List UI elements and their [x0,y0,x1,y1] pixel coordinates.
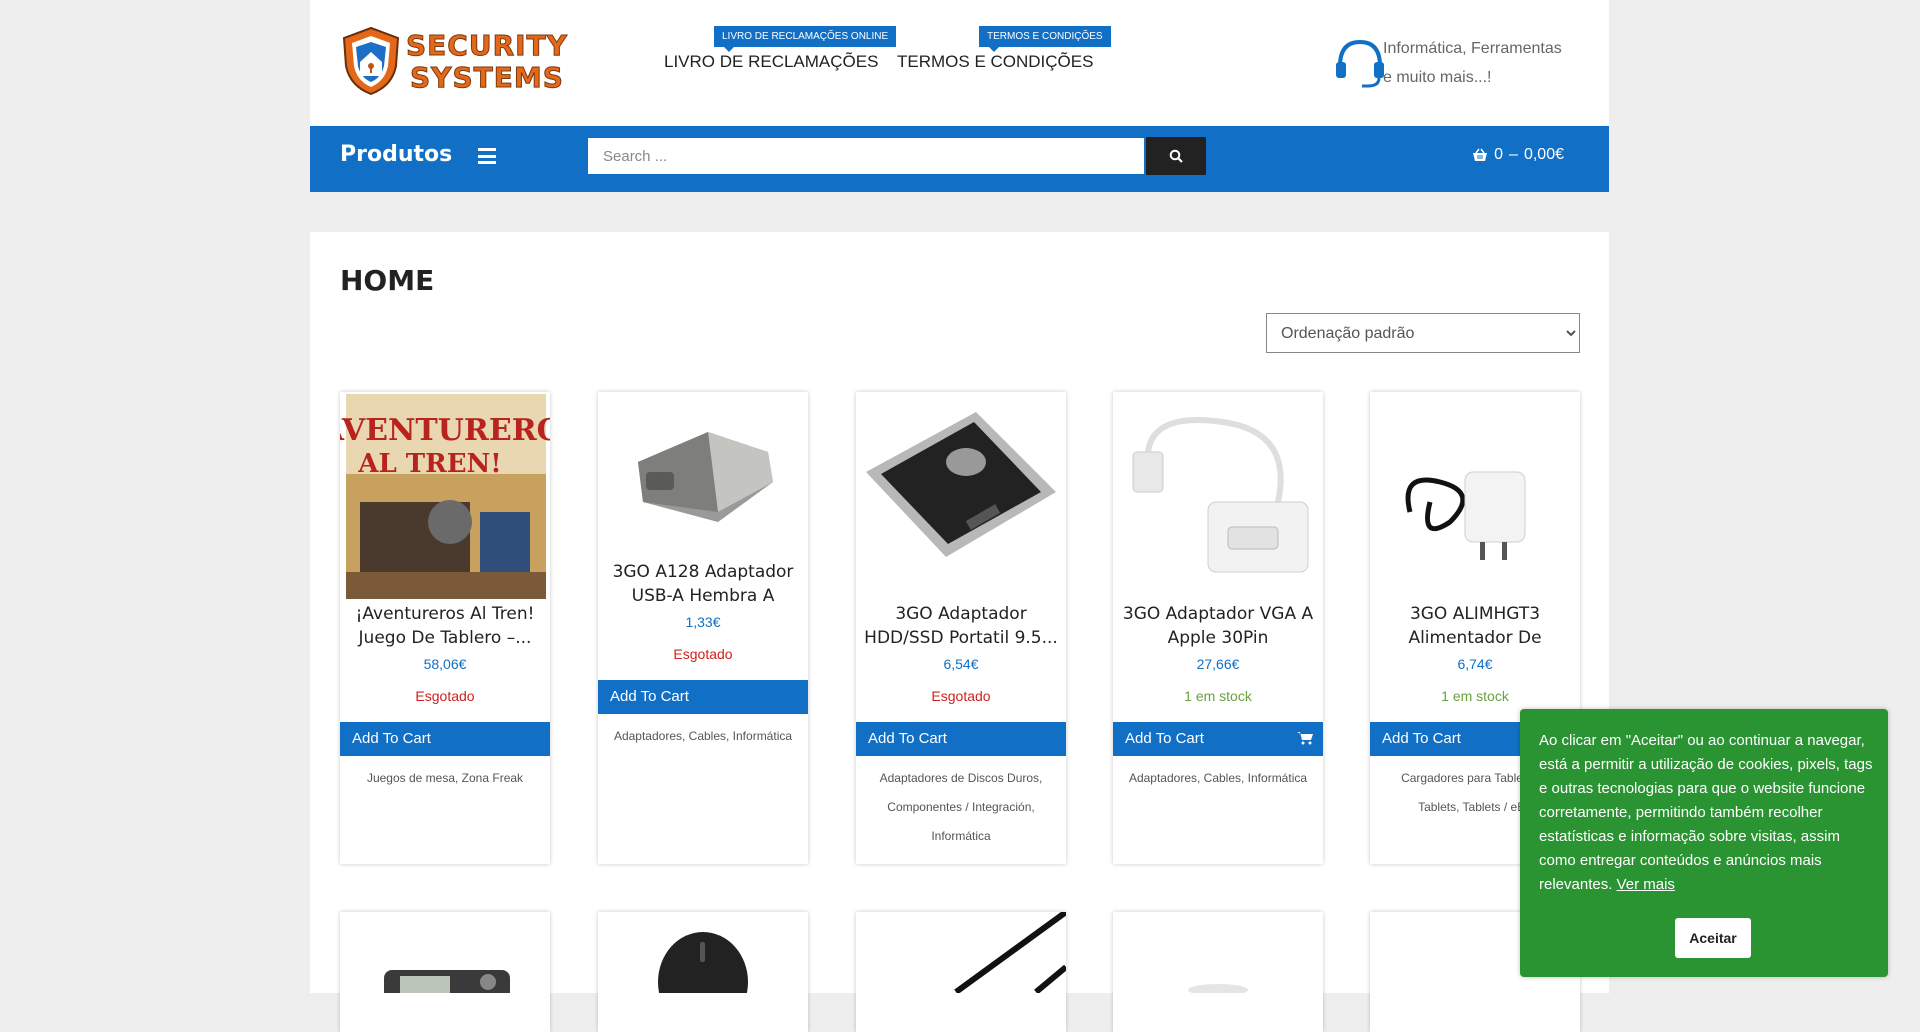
add-to-cart-button[interactable]: Add To Cart [340,722,550,756]
products-menu-label[interactable]: Produtos [340,142,452,167]
sort-select[interactable]: Ordenação padrão [1266,313,1580,353]
nav-link-terms[interactable]: TERMOS E CONDIÇÕES [897,52,1093,72]
sub-bar [310,192,1609,232]
product-categories[interactable]: Adaptadores, Cables, Informática [1113,764,1323,793]
product-categories[interactable]: Adaptadores, Cables, Informática [598,722,808,751]
product-price: 27,66€ [1196,656,1240,672]
cart-total: 0,00€ [1523,146,1564,163]
stock-status: 1 em stock [1184,688,1252,704]
accept-cookies-button[interactable]: Aceitar [1675,918,1751,958]
stock-status: Esgotado [673,646,733,662]
product-card[interactable] [598,912,808,1032]
product-card[interactable]: 3GO Adaptador VGA A Apple 30Pin 27,66€ 1… [1113,392,1323,864]
cookie-text: Ao clicar em "Aceitar" ou ao continuar a… [1539,732,1873,893]
product-card[interactable] [1113,912,1323,1032]
product-card[interactable]: 3GO A128 Adaptador USB-A Hembra A USB-..… [598,392,808,864]
cart-count: 0 [1494,146,1504,163]
svg-text:¡AVENTUREROS: ¡AVENTUREROS [340,413,550,448]
support-tagline: Informática, Ferramentas e muito mais...… [1383,40,1562,86]
cookie-more-link[interactable]: Ver mais [1617,876,1675,893]
product-image [1188,984,1248,996]
site-logo[interactable]: SECURITY SYSTEMS [340,26,610,98]
product-card[interactable]: 3GO Adaptador HDD/SSD Portatil 9.5... 6,… [856,392,1066,864]
product-image [384,970,510,1000]
product-price: 1,33€ [685,614,721,630]
search-input[interactable] [588,138,1144,174]
product-price: 58,06€ [423,656,467,672]
cookie-consent-banner: Ao clicar em "Aceitar" ou ao continuar a… [1520,709,1888,977]
add-to-cart-button[interactable]: Add To Cart [1113,722,1323,756]
basket-icon [1473,148,1488,161]
product-title[interactable]: ¡Aventureros Al Tren! Juego De Tablero –… [348,602,542,650]
product-image [638,432,773,522]
product-image [1405,471,1526,560]
site-header: SECURITY SYSTEMS LIVRO DE RECLAMAÇÕES ON… [310,0,1609,126]
page-title: HOME [340,264,435,297]
nav-badge-complaints: LIVRO DE RECLAMAÇÕES ONLINE [714,26,897,52]
hamburger-menu-icon[interactable] [478,148,496,164]
headset-icon [1336,39,1384,88]
add-to-cart-button[interactable]: Add To Cart [598,680,808,714]
product-card[interactable] [340,912,550,1032]
page-container: SECURITY SYSTEMS LIVRO DE RECLAMAÇÕES ON… [310,0,1609,1032]
product-categories[interactable]: Juegos de mesa, Zona Freak [340,764,550,793]
svg-text:AL TREN!: AL TREN! [357,449,501,479]
product-price: 6,74€ [1457,656,1493,672]
logo-text: SECURITY SYSTEMS [406,29,568,94]
header-cart[interactable]: 0– 0,00€ [1472,146,1564,164]
product-title[interactable]: 3GO ALIMHGT3 Alimentador De Hogar... [1378,602,1572,650]
product-image [1132,417,1309,573]
shield-logo-icon [342,26,400,96]
product-card[interactable] [856,909,1068,1032]
product-title[interactable]: 3GO Adaptador VGA A Apple 30Pin [1121,602,1315,650]
product-price: 6,54€ [943,656,979,672]
product-image [866,412,1056,557]
stock-status: Esgotado [415,688,475,704]
search-icon [1169,149,1183,163]
product-title[interactable]: 3GO A128 Adaptador USB-A Hembra A USB-..… [606,560,800,608]
add-to-cart-button[interactable]: Add To Cart [856,722,1066,756]
product-title[interactable]: 3GO Adaptador HDD/SSD Portatil 9.5... [864,602,1058,650]
cart-icon [1297,732,1313,745]
product-image [954,909,1068,995]
nav-badge-terms: TERMOS E CONDIÇÕES [979,26,1111,52]
cart-separator: – [1509,146,1518,163]
search-button[interactable] [1146,137,1206,175]
product-card[interactable]: ¡AVENTUREROS AL TREN! ¡Aventureros Al Tr… [340,392,550,864]
product-image [658,932,748,1032]
main-nav-bar: Produtos 0– 0,00€ [310,126,1609,192]
stock-status: 1 em stock [1441,688,1509,704]
nav-link-complaints-book[interactable]: LIVRO DE RECLAMAÇÕES [664,52,878,72]
stock-status: Esgotado [931,688,991,704]
product-categories[interactable]: Adaptadores de Discos Duros, Componentes… [856,764,1066,851]
product-image: ¡AVENTUREROS AL TREN! [340,394,550,599]
